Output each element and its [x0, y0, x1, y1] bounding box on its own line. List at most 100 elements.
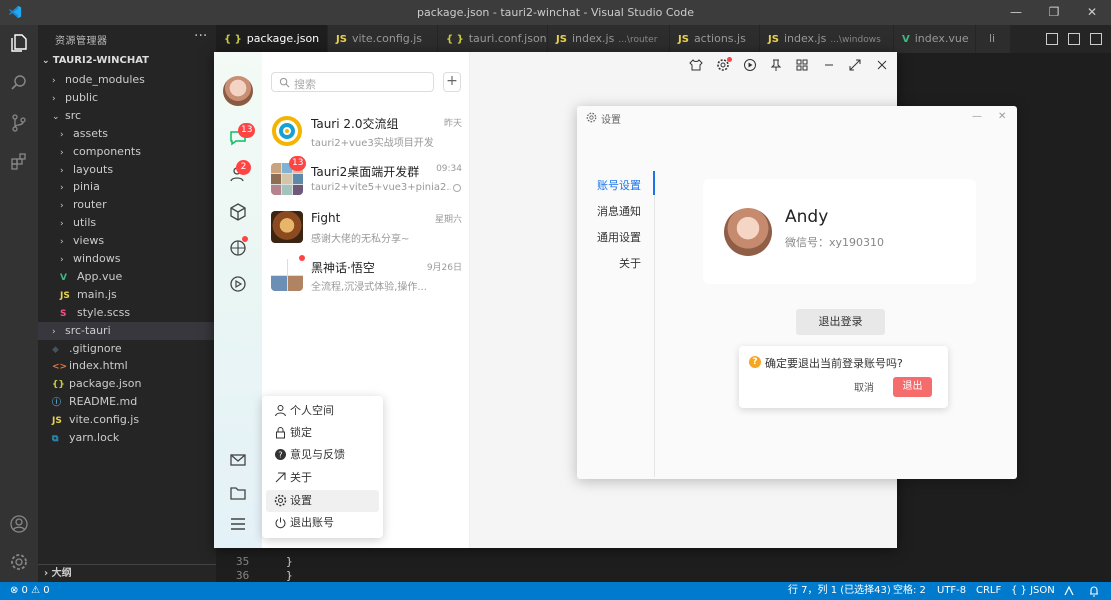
profile-avatar[interactable] [724, 208, 772, 256]
feedback-icon[interactable] [1063, 585, 1075, 597]
split-editor-icon[interactable] [1068, 33, 1080, 45]
account-icon[interactable] [9, 514, 29, 534]
tab-file-icon: JS [556, 34, 567, 45]
explorer-icon[interactable] [9, 33, 29, 53]
tree-item[interactable]: › src-tauri [38, 321, 216, 340]
conversation-item[interactable]: Tauri 2.0交流组 昨天 tauri2+vue3实战项目开发 [262, 108, 470, 156]
conversation-name: 黑神话·悟空 [311, 261, 375, 275]
conversation-item[interactable]: 13 Tauri2桌面端开发群 09:34 tauri2+vite5+vue3+… [262, 156, 470, 204]
tree-item[interactable]: V App.vue [38, 268, 216, 286]
cursor-position[interactable]: 行 7，列 1 (已选择43) [788, 582, 891, 600]
conversation-item[interactable]: Fight 星期六 感谢大佬的无私分享~ [262, 204, 470, 252]
menu-item-settings[interactable]: 设置 [266, 490, 379, 512]
menu-item-personal-space[interactable]: 个人空间 [266, 400, 379, 422]
eol-status[interactable]: CRLF [976, 582, 1001, 600]
settings-nav-about[interactable]: 关于 [577, 255, 655, 271]
bell-icon[interactable] [1088, 585, 1100, 597]
tree-item[interactable]: › layouts [38, 161, 216, 179]
tree-item[interactable]: Sstyle.scss [38, 304, 216, 322]
search-input[interactable]: 搜索 [271, 72, 434, 92]
tree-item[interactable]: <> index.html [38, 357, 216, 375]
moments-dot [242, 236, 248, 242]
folder-icon[interactable] [228, 483, 248, 503]
language-status[interactable]: { } JSON [1011, 582, 1055, 600]
grid-icon[interactable] [795, 58, 809, 72]
chevron-right-icon: › [52, 326, 56, 337]
js-file-icon: JS [52, 416, 62, 427]
menu-item-about[interactable]: 关于 [266, 467, 379, 489]
confirm-cancel-button[interactable]: 取消 [854, 379, 874, 394]
minimize-button[interactable]: — [1010, 6, 1022, 18]
tab-4[interactable]: JS actions.js [670, 25, 760, 53]
tree-item[interactable]: › assets [38, 125, 216, 143]
indentation-status[interactable]: 空格: 2 [893, 582, 926, 600]
pin-icon[interactable] [769, 58, 783, 72]
tree-item[interactable]: ⓘ README.md [38, 393, 216, 411]
add-button[interactable]: + [443, 72, 461, 92]
extensions-icon[interactable] [9, 151, 29, 171]
more-icon[interactable] [1090, 33, 1102, 45]
close-button[interactable]: ✕ [1086, 6, 1098, 18]
menu-item-lock[interactable]: 锁定 [266, 422, 379, 444]
menu-item-logout[interactable]: 退出账号 [266, 512, 379, 534]
settings-minimize-button[interactable]: — [972, 111, 982, 122]
search-icon[interactable] [9, 73, 29, 93]
confirm-ok-button[interactable]: 退出 [893, 377, 932, 397]
settings-nav-account[interactable]: 账号设置 [577, 177, 655, 193]
problems-status[interactable]: ⊗ 0 ⚠ 0 [10, 582, 50, 600]
tree-item[interactable]: {} package.json [38, 375, 216, 393]
tree-item[interactable]: ⌄ src [38, 107, 216, 125]
play-icon[interactable] [743, 58, 757, 72]
svg-text:?: ? [278, 451, 282, 460]
tree-item[interactable]: › node_modules [38, 71, 216, 89]
skin-icon[interactable] [689, 58, 703, 72]
tree-item[interactable]: › windows [38, 250, 216, 268]
video-icon[interactable] [228, 274, 248, 294]
settings-close-button[interactable]: ✕ [998, 111, 1006, 122]
md-file-icon: ⓘ [52, 398, 62, 409]
minimize-icon[interactable] [822, 58, 836, 72]
settings-nav: 账号设置 消息通知 通用设置 关于 [577, 172, 655, 477]
box-icon[interactable] [228, 202, 248, 222]
tree-item[interactable]: › public [38, 89, 216, 107]
workspace-section[interactable]: ⌄ TAURI2-WINCHAT [42, 55, 149, 66]
menu-item-feedback[interactable]: ? 意见与反馈 [266, 444, 379, 466]
chevron-right-icon: › [52, 76, 56, 86]
tab-3[interactable]: JS index.js ...\router [548, 25, 670, 53]
tree-item[interactable]: › components [38, 143, 216, 161]
mail-icon[interactable] [228, 450, 248, 470]
maximize-icon[interactable] [848, 58, 862, 72]
tab-5[interactable]: JS index.js ...\windows [760, 25, 894, 53]
settings-nav-notifications[interactable]: 消息通知 [577, 203, 655, 219]
tree-item[interactable]: › router [38, 196, 216, 214]
outline-section[interactable]: › 大纲 [38, 564, 216, 582]
tree-item[interactable]: JS vite.config.js [38, 411, 216, 429]
manage-gear-icon[interactable] [9, 552, 29, 572]
tree-item[interactable]: ⧉ yarn.lock [38, 429, 216, 447]
tree-item-label: yarn.lock [69, 431, 120, 444]
run-icon[interactable] [1046, 33, 1058, 45]
tab-6[interactable]: Vindex.vue [894, 25, 976, 53]
encoding-status[interactable]: UTF-8 [937, 582, 966, 600]
tree-item[interactable]: JS main.js [38, 286, 216, 304]
more-actions-icon[interactable]: ··· [194, 28, 207, 44]
source-control-icon[interactable] [9, 113, 29, 133]
logout-button[interactable]: 退出登录 [796, 309, 885, 335]
chevron-right-icon: › [60, 129, 64, 140]
user-avatar[interactable] [223, 76, 253, 106]
menu-icon[interactable] [228, 514, 248, 534]
tab-2[interactable]: { } tauri.conf.json [438, 25, 548, 53]
tree-item[interactable]: › pinia [38, 178, 216, 196]
tree-item[interactable]: › utils [38, 214, 216, 232]
tab-1[interactable]: JS vite.config.js [328, 25, 438, 53]
tab-7[interactable]: li [976, 25, 1011, 53]
tab-label: tauri.conf.json [468, 32, 547, 45]
close-icon[interactable] [875, 58, 889, 72]
conversation-item[interactable]: 黑神话·悟空 9月26日 全流程,沉浸式体验,操作... [262, 252, 470, 300]
settings-title: 设置 [601, 115, 621, 126]
tree-item[interactable]: ◆ .gitignore [38, 340, 216, 358]
tree-item[interactable]: › views [38, 232, 216, 250]
tab-0[interactable]: { }package.json✕ [216, 25, 328, 53]
restore-button[interactable]: ❐ [1048, 6, 1060, 18]
settings-nav-general[interactable]: 通用设置 [577, 229, 655, 245]
